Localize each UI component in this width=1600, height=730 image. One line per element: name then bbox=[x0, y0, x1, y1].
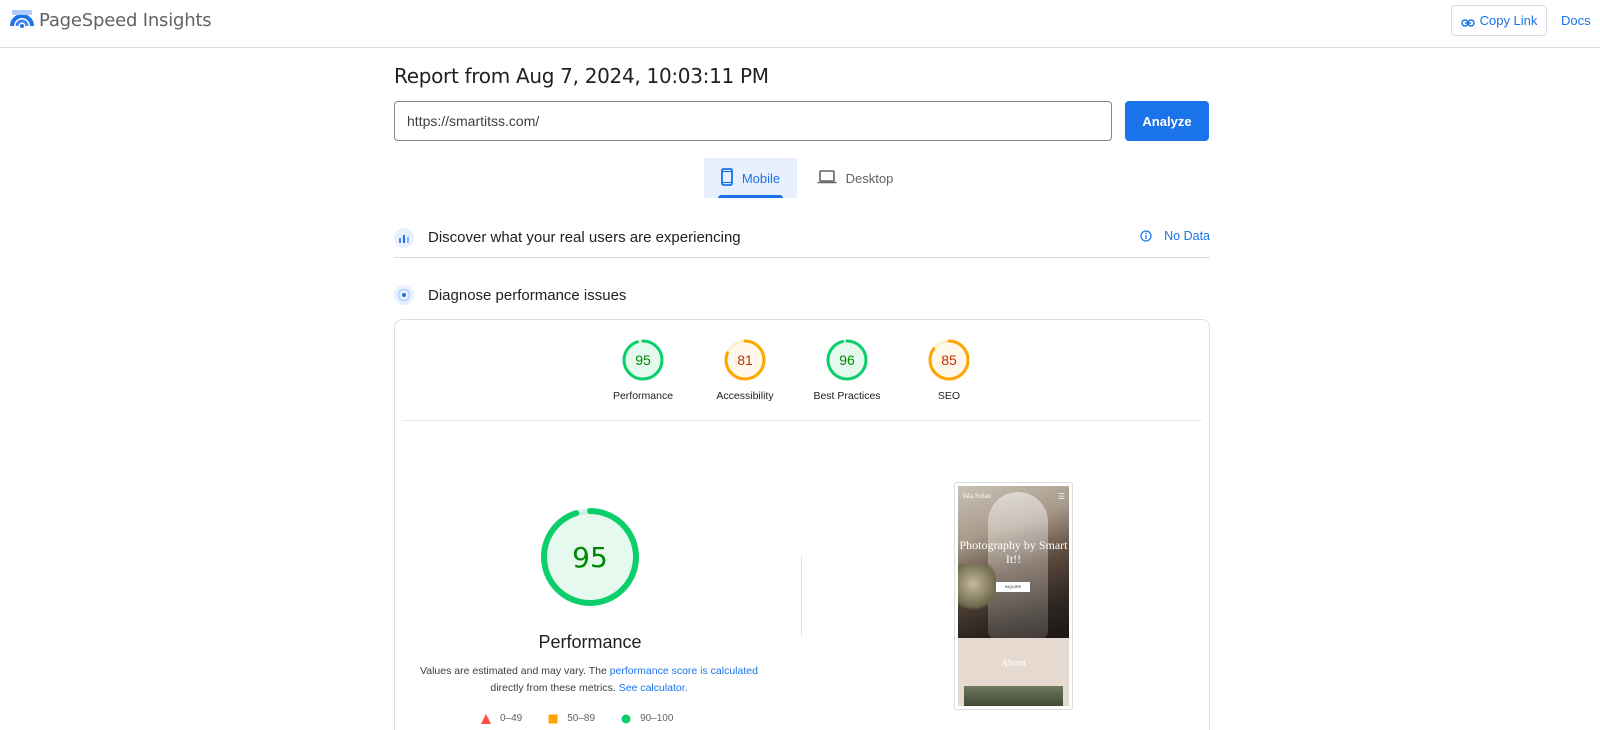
gauge-performance-label: Performance bbox=[612, 390, 674, 402]
legend-fail-range: 0–49 bbox=[500, 713, 523, 724]
performance-big-label: Performance bbox=[538, 632, 642, 652]
screenshot-hero-image: Isla Solan ☰ Photography by Smart It!! I… bbox=[958, 486, 1069, 638]
screenshot-bouquet bbox=[958, 564, 996, 614]
top-bar: PageSpeed Insights Copy Link Docs bbox=[0, 0, 1600, 48]
no-data-label: No Data bbox=[1164, 229, 1210, 243]
score-legend: 0–49 50–89 90–100 bbox=[481, 713, 699, 724]
screenshot-bottom-image bbox=[964, 686, 1063, 706]
tab-active-indicator bbox=[718, 195, 783, 198]
tab-desktop[interactable]: Desktop bbox=[810, 158, 900, 198]
hamburger-menu-icon: ☰ bbox=[1057, 492, 1065, 501]
screenshot-brand: Isla Solan bbox=[963, 492, 991, 500]
link-icon bbox=[1460, 16, 1475, 27]
lighthouse-card: 95 Performance 81 Accessibility 96 Best … bbox=[394, 319, 1210, 730]
gauge-accessibility-label: Accessibility bbox=[716, 390, 774, 402]
estimate-middle: directly from these metrics. bbox=[490, 682, 619, 694]
gauge-accessibility-value: 81 bbox=[737, 352, 753, 368]
estimate-prefix: Values are estimated and may vary. The bbox=[420, 665, 610, 677]
gauge-accessibility-ring: 81 bbox=[724, 339, 766, 381]
pass-circle-icon bbox=[621, 714, 631, 723]
gauge-seo-value: 85 bbox=[941, 352, 957, 368]
gauge-accessibility[interactable]: 81 Accessibility bbox=[695, 338, 795, 402]
url-input[interactable] bbox=[394, 101, 1112, 141]
screenshot-about-label: About bbox=[1001, 658, 1026, 669]
diagnose-label: Diagnose performance issues bbox=[428, 286, 627, 304]
no-data-link[interactable]: No Data bbox=[1140, 229, 1210, 243]
legend-average: 50–89 bbox=[548, 713, 595, 724]
gauge-seo-ring: 85 bbox=[928, 339, 970, 381]
gauge-performance-ring: 95 bbox=[622, 339, 664, 381]
tab-mobile-label: Mobile bbox=[741, 170, 781, 186]
diagnose-target-icon bbox=[394, 285, 414, 305]
discover-section: Discover what your real users are experi… bbox=[394, 218, 1210, 258]
screenshot-headline: Photography by Smart It!! bbox=[959, 538, 1068, 566]
smartphone-icon bbox=[720, 167, 733, 189]
copy-link-label: Copy Link bbox=[1479, 13, 1538, 28]
gauge-best-practices-value: 96 bbox=[839, 352, 855, 368]
gauge-performance-value: 95 bbox=[635, 352, 651, 368]
average-square-icon bbox=[548, 714, 558, 723]
legend-fail: 0–49 bbox=[481, 713, 522, 724]
gauge-seo[interactable]: 85 SEO bbox=[899, 338, 999, 402]
logo[interactable]: PageSpeed Insights bbox=[10, 8, 212, 32]
fail-triangle-icon bbox=[481, 713, 491, 724]
legend-pass-range: 90–100 bbox=[640, 713, 674, 724]
gauge-best-practices-ring: 96 bbox=[826, 339, 868, 381]
app-title: PageSpeed Insights bbox=[39, 9, 212, 31]
report-title: Report from Aug 7, 2024, 10:03:11 PM bbox=[394, 64, 769, 88]
legend-pass: 90–100 bbox=[621, 713, 673, 724]
gauge-best-practices-label: Best Practices bbox=[813, 390, 881, 402]
page-screenshot: Isla Solan ☰ Photography by Smart It!! I… bbox=[954, 482, 1073, 710]
diagnose-section: Diagnose performance issues bbox=[394, 282, 1210, 308]
laptop-icon bbox=[817, 169, 837, 187]
copy-link-button[interactable]: Copy Link bbox=[1451, 5, 1547, 36]
gauge-performance[interactable]: 95 Performance bbox=[593, 338, 693, 402]
docs-link[interactable]: Docs bbox=[1561, 13, 1591, 28]
gauge-best-practices[interactable]: 96 Best Practices bbox=[797, 338, 897, 402]
analyze-button[interactable]: Analyze bbox=[1125, 101, 1209, 141]
performance-big-value: 95 bbox=[572, 541, 608, 574]
discover-label: Discover what your real users are experi… bbox=[428, 229, 741, 246]
category-gauges: 95 Performance 81 Accessibility 96 Best … bbox=[395, 338, 1211, 420]
vertical-divider bbox=[801, 556, 802, 636]
users-chart-icon bbox=[394, 227, 414, 248]
see-calculator-link[interactable]: See calculator. bbox=[619, 682, 688, 694]
tab-mobile[interactable]: Mobile bbox=[704, 158, 797, 198]
tab-desktop-label: Desktop bbox=[845, 170, 894, 186]
info-icon bbox=[1140, 230, 1152, 242]
performance-score-link[interactable]: performance score is calculated bbox=[610, 665, 758, 677]
gauges-divider bbox=[402, 420, 1202, 421]
screenshot-inquire-button: INQUIRE bbox=[996, 582, 1030, 592]
legend-average-range: 50–89 bbox=[567, 713, 596, 724]
gauge-seo-label: SEO bbox=[937, 390, 961, 402]
performance-big-gauge: 95 bbox=[541, 508, 639, 606]
estimate-note: Values are estimated and may vary. The p… bbox=[419, 663, 759, 697]
pagespeed-logo-icon bbox=[10, 8, 34, 32]
screenshot-frame: Isla Solan ☰ Photography by Smart It!! I… bbox=[958, 486, 1069, 706]
